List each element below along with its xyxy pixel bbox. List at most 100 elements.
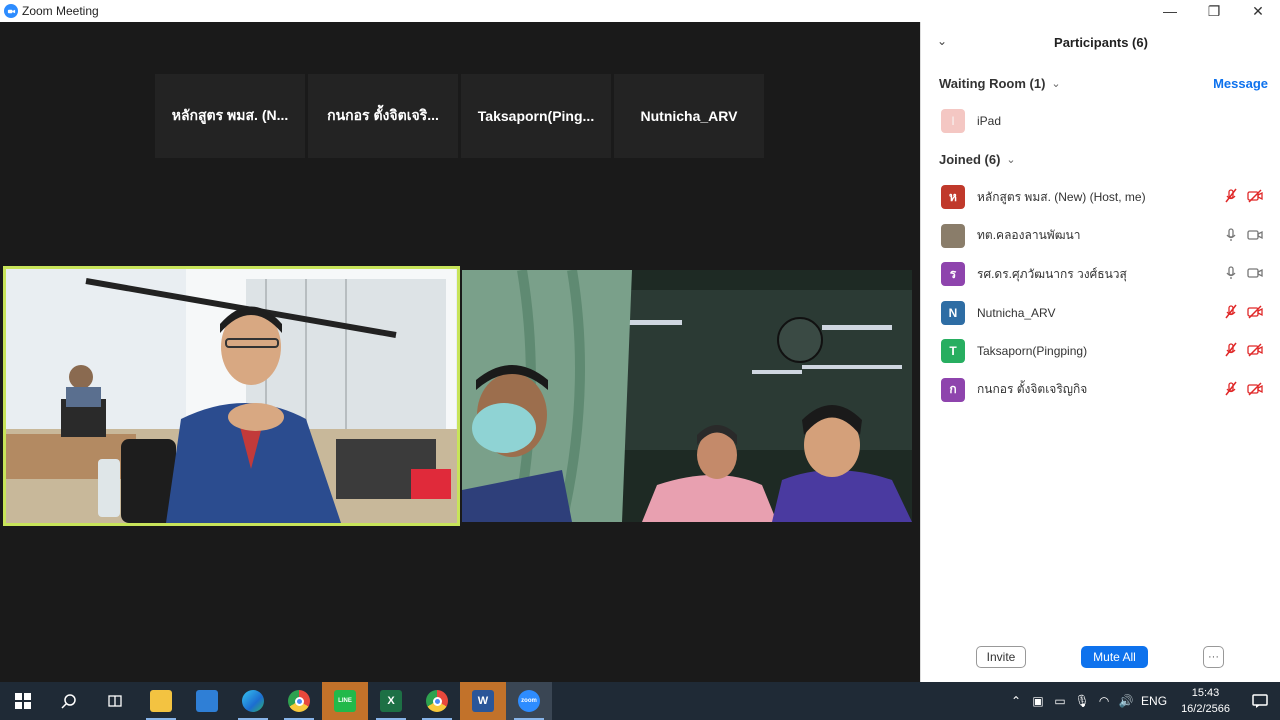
avatar: T (941, 339, 965, 363)
participant-video[interactable] (462, 270, 912, 522)
waiting-participant-row[interactable]: I iPad (941, 108, 1271, 134)
excel-app[interactable]: X (368, 682, 414, 720)
clock[interactable]: 15:43 16/2/2566 (1181, 685, 1230, 717)
joined-participant-row[interactable]: ก กนกอร ตั้งจิตเจริญกิจ (941, 377, 1271, 403)
language-indicator[interactable]: ENG (1137, 682, 1171, 720)
participant-status-icons (1223, 265, 1263, 281)
clock-time: 15:43 (1191, 687, 1220, 699)
invite-button[interactable]: Invite (976, 646, 1026, 668)
search-icon (58, 690, 80, 712)
participant-name-strip: หลักสูตร พมส. (N... กนกอร ตั้งจิตเจริ...… (155, 74, 764, 158)
file-explorer-app[interactable] (138, 682, 184, 720)
notifications-icon[interactable] (1240, 694, 1280, 708)
joined-participant-row[interactable]: T Taksaporn(Pingping) (941, 338, 1271, 364)
participant-status-icons (1223, 381, 1263, 397)
participant-name: กนกอร ตั้งจิตเจริญกิจ (977, 382, 1088, 396)
panel-header: ⌄ Participants (6) (921, 22, 1280, 62)
avatar: N (941, 300, 965, 325)
meet-now-icon[interactable]: ▣ (1027, 682, 1049, 720)
avatar (941, 223, 965, 248)
joined-participant-row[interactable]: ทต.คลองลานพัฒนา (941, 223, 1271, 249)
chevron-down-icon: ⌄ (1006, 154, 1016, 166)
joined-label: Joined (6) (939, 152, 1001, 167)
line-app[interactable]: LINE (322, 682, 368, 720)
participant-tile[interactable]: Taksaporn(Ping... (461, 74, 611, 158)
mail-icon (196, 690, 218, 712)
mute-all-button[interactable]: Mute All (1081, 646, 1148, 668)
windows-icon (12, 690, 34, 712)
chrome-icon (288, 690, 310, 712)
video-off-icon (1247, 343, 1263, 357)
microphone-icon[interactable]: 🎙 (1071, 682, 1093, 720)
participant-name: Taksaporn(Pingping) (977, 344, 1088, 358)
message-waiting-room-link[interactable]: Message (1213, 76, 1268, 91)
collapse-panel-icon[interactable]: ⌄ (937, 34, 947, 48)
avatar: ก (941, 377, 965, 402)
mic-muted-icon (1225, 381, 1237, 395)
joined-participant-row[interactable]: N Nutnicha_ARV (941, 300, 1271, 326)
joined-participant-row[interactable]: ห หลักสูตร พมส. (New) (Host, me) (941, 184, 1271, 210)
excel-icon: X (380, 690, 402, 712)
edge-icon (242, 690, 264, 712)
avatar: ห (941, 185, 965, 209)
video-off-icon (1247, 381, 1263, 396)
joined-participant-row[interactable]: ร รศ.ดร.ศุภวัฒนากร วงศ์ธนวสุ (941, 261, 1271, 287)
volume-icon[interactable]: 🔊 (1115, 682, 1137, 720)
windows-taskbar: LINE X Wzoom ⌃ ▣ ▭ 🎙 ◠ 🔊 ENG 15:43 16/2/25… (0, 682, 1280, 720)
participant-status-icons (1223, 188, 1263, 204)
mic-muted-icon (1225, 304, 1237, 318)
participant-status-icons (1223, 304, 1263, 320)
participant-name: ทต.คลองลานพัฒนา (977, 228, 1081, 242)
video-icon (1247, 268, 1263, 278)
mic-muted-icon (1225, 342, 1237, 357)
edge-app[interactable] (230, 682, 276, 720)
start-button[interactable] (0, 682, 46, 720)
mic-muted-icon (1225, 188, 1237, 203)
waiting-room-header[interactable]: Waiting Room (1) ⌄ (939, 76, 1061, 91)
video-off-icon (1247, 189, 1263, 203)
video-icon (1247, 229, 1263, 240)
participants-title: Participants (6) (1054, 34, 1148, 50)
window-titlebar: Zoom Meeting — ❐ ✕ (0, 0, 1280, 22)
chrome-app-2[interactable] (414, 682, 460, 720)
search-button[interactable] (46, 682, 92, 720)
participant-tile[interactable]: Nutnicha_ARV (614, 74, 764, 158)
chrome-app[interactable] (276, 682, 322, 720)
panel-footer: Invite Mute All ··· (921, 646, 1280, 672)
word-app[interactable]: W (460, 682, 506, 720)
active-speaker-video[interactable] (3, 266, 460, 526)
folder-icon (150, 690, 172, 712)
more-options-button[interactable]: ··· (1203, 646, 1224, 668)
battery-icon[interactable]: ▭ (1049, 682, 1071, 720)
show-hidden-icons-icon[interactable]: ⌃ (1005, 682, 1027, 720)
mail-app[interactable] (184, 682, 230, 720)
video-off-icon (1247, 304, 1263, 319)
meeting-area: หลักสูตร พมส. (N... กนกอร ตั้งจิตเจริ...… (0, 22, 920, 682)
line-icon: LINE (334, 690, 356, 712)
office-video-frame (6, 269, 457, 523)
task-view-icon (104, 690, 126, 712)
network-icon[interactable]: ◠ (1093, 682, 1115, 720)
chrome-icon (426, 690, 448, 712)
mic-icon (1226, 266, 1236, 279)
waiting-room-label: Waiting Room (1) (939, 76, 1046, 91)
participant-tile[interactable]: กนกอร ตั้งจิตเจริ... (308, 74, 458, 158)
task-view-button[interactable] (92, 682, 138, 720)
participant-name: iPad (977, 114, 1002, 128)
participant-status-icons (1223, 342, 1263, 358)
participant-status-icons (1223, 227, 1263, 243)
participant-tile[interactable]: หลักสูตร พมส. (N... (155, 74, 305, 158)
avatar: I (941, 109, 965, 133)
minimize-button[interactable]: — (1148, 0, 1192, 22)
zoom-icon: zoom (518, 690, 540, 712)
system-tray: ⌃ ▣ ▭ 🎙 ◠ 🔊 ENG 15:43 16/2/2566 (1005, 682, 1280, 720)
zoom-logo-icon (4, 4, 18, 18)
zoom-app[interactable]: zoom (506, 682, 552, 720)
restore-button[interactable]: ❐ (1192, 0, 1236, 22)
joined-header[interactable]: Joined (6) ⌄ (939, 152, 1016, 167)
window-title: Zoom Meeting (22, 4, 99, 18)
participant-name: รศ.ดร.ศุภวัฒนากร วงศ์ธนวสุ (977, 266, 1127, 281)
chevron-down-icon: ⌄ (1051, 78, 1061, 90)
word-icon: W (472, 690, 494, 712)
close-button[interactable]: ✕ (1236, 0, 1280, 22)
